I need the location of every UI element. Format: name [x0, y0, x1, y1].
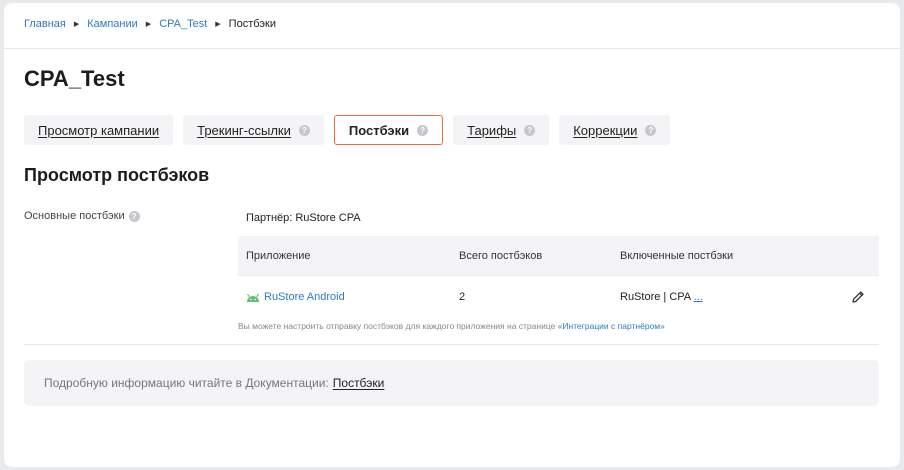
tab-label: Тарифы [467, 122, 517, 138]
documentation-banner: Подробную информацию читайте в Документа… [24, 360, 879, 406]
enabled-postbacks-more-link[interactable]: ... [694, 291, 703, 303]
column-header-enabled: Включенные постбэки [620, 249, 734, 262]
help-icon[interactable]: ? [524, 124, 536, 136]
breadcrumb-current: Постбэки [228, 18, 276, 30]
breadcrumb-separator-icon: ▶ [215, 21, 221, 28]
tab-tariffs[interactable]: Тарифы ? [453, 115, 550, 145]
total-postbacks-cell: 2 [459, 291, 466, 303]
partner-label: Партнёр: RuStore CPA [246, 212, 361, 224]
column-header-total: Всего постбэков [459, 249, 543, 262]
edit-pencil-icon[interactable] [851, 290, 865, 304]
tab-label: Просмотр кампании [38, 122, 160, 138]
table-header: Приложение Всего постбэков Включенные по… [238, 236, 879, 275]
tab-corrections[interactable]: Коррекции ? [559, 115, 671, 145]
breadcrumb-separator-icon: ▶ [73, 21, 80, 28]
enabled-postbacks-cell: RuStore | CPA ... [612, 291, 822, 303]
column-header-app: Приложение [246, 249, 311, 262]
main-card: Главная ▶ Кампании ▶ CPA_Test ▶ Постбэки… [4, 3, 900, 467]
tab-campaign-view[interactable]: Просмотр кампании [24, 115, 174, 145]
app-link[interactable]: RuStore Android [264, 291, 345, 303]
enabled-postbacks-text: RuStore | CPA [620, 291, 691, 303]
app-cell: RuStore Android [238, 291, 451, 303]
table-row: RuStore Android 2 RuStore | CPA ... [238, 275, 879, 318]
section-title: Просмотр постбэков [24, 165, 210, 185]
help-icon[interactable]: ? [298, 124, 310, 136]
tab-bar: Просмотр кампании Трекинг-ссылки ? Постб… [24, 115, 680, 145]
breadcrumb: Главная ▶ Кампании ▶ CPA_Test ▶ Постбэки [24, 18, 276, 30]
tab-label: Трекинг-ссылки [197, 122, 291, 138]
tab-label: Постбэки [348, 122, 410, 138]
page-title: CPA_Test [24, 66, 125, 91]
breadcrumb-campaign-link[interactable]: CPA_Test [159, 18, 207, 30]
header-divider [4, 48, 900, 49]
tab-postbacks[interactable]: Постбэки ? [333, 115, 444, 145]
integration-link[interactable]: «Интеграции с партнёром» [558, 321, 665, 331]
breadcrumb-home-link[interactable]: Главная [24, 18, 66, 30]
main-postbacks-label: Основные постбэки ? [24, 210, 140, 222]
postbacks-table: Приложение Всего постбэков Включенные по… [238, 236, 879, 318]
android-icon [247, 293, 259, 302]
documentation-link[interactable]: Постбэки [333, 376, 385, 390]
integration-hint: Вы можете настроить отправку постбэков д… [238, 321, 665, 331]
actions-cell [822, 290, 879, 304]
main-postbacks-text: Основные постбэки [24, 210, 125, 222]
integration-hint-text: Вы можете настроить отправку постбэков д… [238, 321, 556, 331]
help-icon[interactable]: ? [645, 124, 657, 136]
section-divider [24, 344, 879, 345]
breadcrumb-campaigns-link[interactable]: Кампании [87, 18, 138, 30]
breadcrumb-separator-icon: ▶ [145, 21, 152, 28]
documentation-text: Подробную информацию читайте в Документа… [44, 376, 329, 390]
tab-label: Коррекции [573, 122, 638, 138]
help-icon[interactable]: ? [128, 210, 140, 222]
tab-tracking-links[interactable]: Трекинг-ссылки ? [183, 115, 324, 145]
help-icon[interactable]: ? [417, 124, 429, 136]
